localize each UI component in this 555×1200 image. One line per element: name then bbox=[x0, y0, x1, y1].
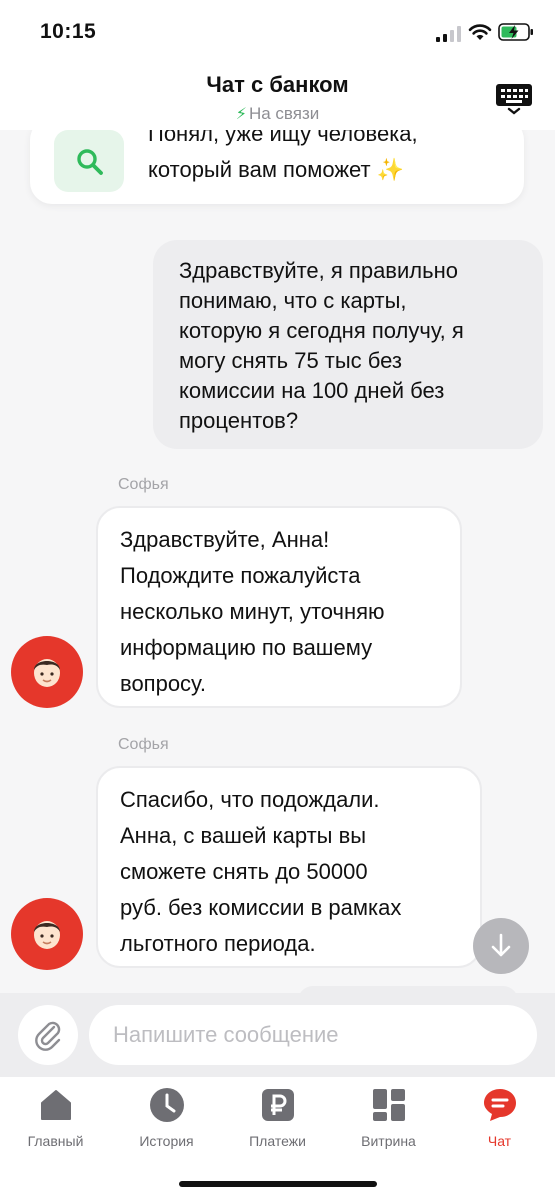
person-emoji-icon bbox=[34, 921, 60, 949]
cellular-signal-icon bbox=[436, 26, 461, 42]
message-line: понимаю, что с карты, bbox=[179, 288, 407, 313]
system-message-line: Понял, уже ищу человека, bbox=[148, 130, 418, 146]
person-emoji-icon bbox=[34, 659, 60, 687]
tab-payments[interactable]: Платежи bbox=[222, 1087, 333, 1157]
chat-icon bbox=[483, 1089, 516, 1121]
tab-label: Главный bbox=[27, 1133, 84, 1149]
system-icon-badge bbox=[54, 130, 124, 192]
message-line: процентов? bbox=[179, 408, 299, 433]
message-line: вопросу. bbox=[120, 671, 206, 696]
tab-label: Платежи bbox=[249, 1133, 306, 1149]
bolt-icon: ⚡ bbox=[235, 106, 247, 123]
ruble-icon bbox=[261, 1089, 294, 1121]
sender-name: Софья bbox=[118, 476, 169, 493]
tab-label: Чат bbox=[487, 1133, 512, 1149]
home-icon bbox=[40, 1090, 71, 1120]
incoming-message-bubble[interactable]: Здравствуйте, Анна! Подождите пожалуйста… bbox=[96, 506, 462, 708]
attach-button[interactable] bbox=[18, 1005, 78, 1065]
battery-charging-icon bbox=[498, 23, 533, 41]
message-line: Анна, с вашей карты вы bbox=[120, 823, 367, 848]
incoming-message-bubble[interactable]: Спасибо, что подождали. Анна, с вашей ка… bbox=[96, 766, 482, 968]
paperclip-icon bbox=[35, 1021, 61, 1051]
tab-showcase[interactable]: Витрина bbox=[333, 1087, 444, 1157]
system-message-line-text: который вам поможет bbox=[148, 157, 371, 182]
message-input[interactable] bbox=[89, 1005, 537, 1065]
system-message-line: который вам поможет ✨ bbox=[148, 152, 418, 188]
agent-avatar[interactable] bbox=[11, 898, 83, 970]
message-line: которую я сегодня получу, я bbox=[179, 318, 464, 343]
tab-history[interactable]: История bbox=[111, 1087, 222, 1157]
next-message-bubble-partial bbox=[298, 986, 518, 993]
chat-header: Чат с банком ⚡ На связи bbox=[0, 64, 555, 130]
message-line: Спасибо, что подождали. bbox=[120, 787, 380, 812]
wifi-icon bbox=[468, 24, 492, 40]
sparkles-emoji: ✨ bbox=[376, 157, 405, 182]
chat-feed[interactable]: Понял, уже ищу человека, который вам пом… bbox=[0, 130, 555, 993]
tab-chat[interactable]: Чат bbox=[444, 1087, 555, 1157]
message-line: информацию по вашему bbox=[120, 635, 373, 660]
home-indicator bbox=[179, 1181, 377, 1187]
tab-label: Витрина bbox=[361, 1133, 416, 1149]
arrow-down-icon bbox=[491, 933, 511, 957]
message-line: Здравствуйте, я правильно bbox=[179, 258, 458, 283]
message-line: Здравствуйте, Анна! bbox=[120, 527, 330, 552]
message-line: Подождите пожалуйста bbox=[120, 563, 361, 588]
showcase-icon bbox=[372, 1089, 405, 1121]
tab-home[interactable]: Главный bbox=[0, 1087, 111, 1157]
scroll-to-bottom-button[interactable] bbox=[473, 918, 529, 974]
message-line: сможете снять до 50000 bbox=[120, 859, 368, 884]
page-title: Чат с банком bbox=[206, 72, 349, 97]
message-line: льготного периода. bbox=[120, 931, 316, 956]
system-message-card: Понял, уже ищу человека, который вам пом… bbox=[30, 130, 524, 204]
connection-status-label: На связи bbox=[248, 104, 320, 123]
search-icon bbox=[77, 149, 103, 175]
outgoing-message-bubble[interactable]: Здравствуйте, я правильно понимаю, что с… bbox=[153, 240, 543, 449]
message-composer bbox=[0, 993, 555, 1077]
tab-label: История bbox=[139, 1133, 194, 1149]
agent-avatar[interactable] bbox=[11, 636, 83, 708]
message-line: несколько минут, уточняю bbox=[120, 599, 385, 624]
status-bar: 10:15 bbox=[0, 0, 555, 64]
keyboard-icon[interactable] bbox=[494, 78, 534, 118]
message-line: руб. без комиссии в рамках bbox=[120, 895, 402, 920]
sender-name: Софья bbox=[118, 736, 169, 753]
system-message-text: Понял, уже ищу человека, который вам пом… bbox=[148, 130, 418, 188]
connection-status: ⚡ На связи bbox=[0, 104, 555, 124]
message-line: могу снять 75 тыс без bbox=[179, 348, 402, 373]
clock-icon bbox=[149, 1088, 184, 1122]
status-time: 10:15 bbox=[40, 20, 97, 43]
message-line: комиссии на 100 дней без bbox=[179, 378, 445, 403]
